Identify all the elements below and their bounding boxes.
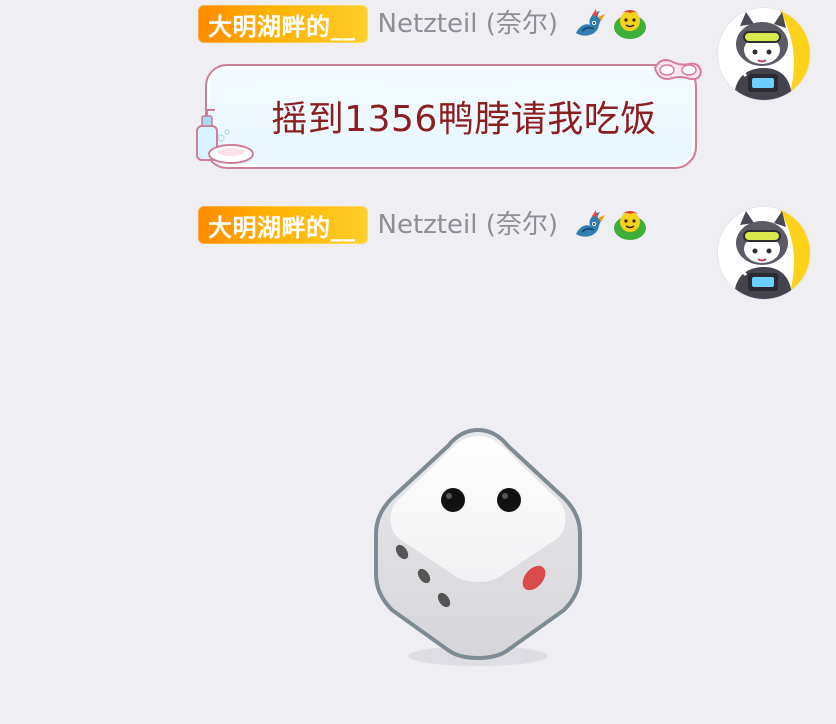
message-bubble[interactable]: 摇到1356鸭脖请我吃饭 (196, 59, 703, 169)
message-text: 摇到1356鸭脖请我吃饭 (271, 98, 657, 140)
message-header: 大明湖畔的__ Netzteil (奈尔) (198, 4, 648, 44)
group-title-badge[interactable]: 大明湖畔的__ (198, 5, 368, 43)
green-face-badge-icon[interactable] (612, 208, 648, 242)
message-header: 大明湖畔的__ Netzteil (奈尔) (198, 205, 648, 245)
green-face-badge-icon[interactable] (612, 7, 648, 41)
group-title-badge[interactable]: 大明湖畔的__ (198, 206, 368, 244)
sender-nickname[interactable]: Netzteil (奈尔) (378, 205, 558, 245)
dice-sticker[interactable] (368, 424, 588, 674)
goggles-decoration-icon (651, 54, 705, 92)
avatar[interactable] (718, 207, 810, 299)
badge-icon-group (572, 7, 648, 41)
dice-pip (441, 488, 465, 512)
soap-bottle-decoration-icon (191, 108, 257, 172)
dragon-emblem-icon[interactable] (572, 208, 608, 242)
badge-icon-group (572, 208, 648, 242)
sender-nickname[interactable]: Netzteil (奈尔) (378, 4, 558, 44)
avatar[interactable] (718, 8, 810, 100)
dragon-emblem-icon[interactable] (572, 7, 608, 41)
dice-pip (497, 488, 521, 512)
